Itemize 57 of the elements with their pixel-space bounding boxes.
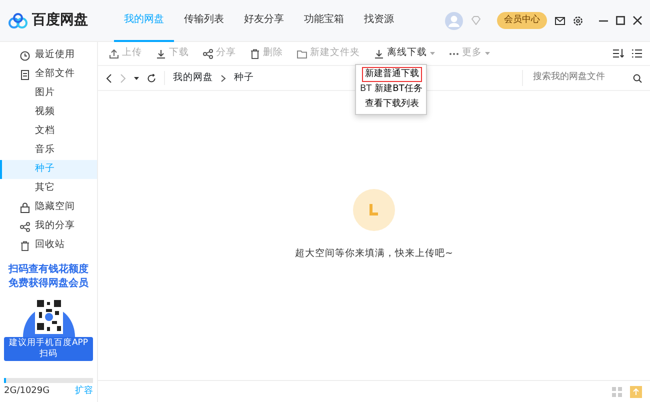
- download-icon: [374, 48, 384, 58]
- share-icon: [20, 222, 30, 232]
- caret-icon: [485, 52, 490, 55]
- list-view-icon[interactable]: [632, 49, 642, 58]
- trash-can-icon: [250, 48, 260, 58]
- upload-icon: [109, 48, 119, 58]
- sidebar-item[interactable]: 回收站: [0, 236, 97, 255]
- sidebar-item[interactable]: 我的分享: [0, 217, 97, 236]
- sidebar-item[interactable]: 音乐: [0, 141, 97, 160]
- mail-icon[interactable]: [555, 16, 565, 24]
- download-icon: [156, 48, 166, 58]
- nav-tab[interactable]: 传输列表: [174, 0, 234, 42]
- caret-icon: [430, 52, 435, 55]
- minimize-icon[interactable]: [599, 20, 608, 22]
- folder-icon: [297, 48, 307, 58]
- clock-illustration-icon: [353, 189, 395, 232]
- settings-icon[interactable]: [573, 16, 583, 26]
- breadcrumb-link[interactable]: 我的网盘: [173, 70, 213, 86]
- toolbar-button[interactable]: 离线下载: [367, 46, 442, 61]
- sort-icon[interactable]: [613, 49, 624, 58]
- refresh-icon[interactable]: [147, 74, 156, 82]
- caret-icon: [134, 76, 139, 80]
- sidebar-item[interactable]: 视频: [0, 103, 97, 122]
- more-icon: [449, 52, 459, 56]
- close-icon[interactable]: [633, 16, 642, 25]
- menu-item[interactable]: 新建BT任务: [372, 82, 426, 97]
- trash-can-icon: [20, 240, 30, 250]
- nav-tab[interactable]: 功能宝箱: [294, 0, 354, 42]
- diamond-icon: [471, 16, 481, 25]
- nav-tab[interactable]: 找资源: [354, 0, 404, 42]
- bt-label: BT: [360, 82, 372, 96]
- cloud-logo-icon: [8, 12, 28, 28]
- menu-item[interactable]: 新建普通下载: [362, 67, 422, 82]
- menu-item[interactable]: 查看下载列表: [362, 97, 422, 112]
- sidebar-item[interactable]: 文档: [0, 122, 97, 141]
- sidebar-item[interactable]: 图片: [0, 84, 97, 103]
- document-icon: [20, 70, 30, 80]
- empty-message: 超大空间等你来填满，快来上传吧~: [295, 247, 453, 262]
- maximize-icon[interactable]: [616, 16, 625, 25]
- share-icon: [203, 48, 213, 58]
- promo-text: 免费获得网盘会员: [8, 277, 90, 291]
- clock-icon: [20, 50, 30, 60]
- lock-icon: [20, 202, 30, 213]
- sidebar-item[interactable]: 全部文件: [0, 65, 97, 84]
- nav-tab[interactable]: 好友分享: [234, 0, 294, 42]
- back-icon[interactable]: [106, 74, 112, 82]
- app-name: 百度网盘: [32, 10, 88, 30]
- storage-usage: 2G/1029G: [4, 384, 50, 398]
- breadcrumb-link[interactable]: 种子: [234, 70, 254, 86]
- vip-center-button[interactable]: 会员中心: [497, 12, 547, 30]
- sidebar-item[interactable]: 隐藏空间: [0, 198, 97, 217]
- chevron-icon: [221, 74, 226, 82]
- search-icon[interactable]: [633, 74, 642, 82]
- sidebar-item[interactable]: 最近使用: [0, 46, 97, 65]
- promo-caption: 建议用手机百度APP扫码: [4, 337, 93, 361]
- promo-text: 扫码查有钱花额度: [7, 263, 90, 277]
- sidebar-item[interactable]: 其它: [0, 179, 97, 198]
